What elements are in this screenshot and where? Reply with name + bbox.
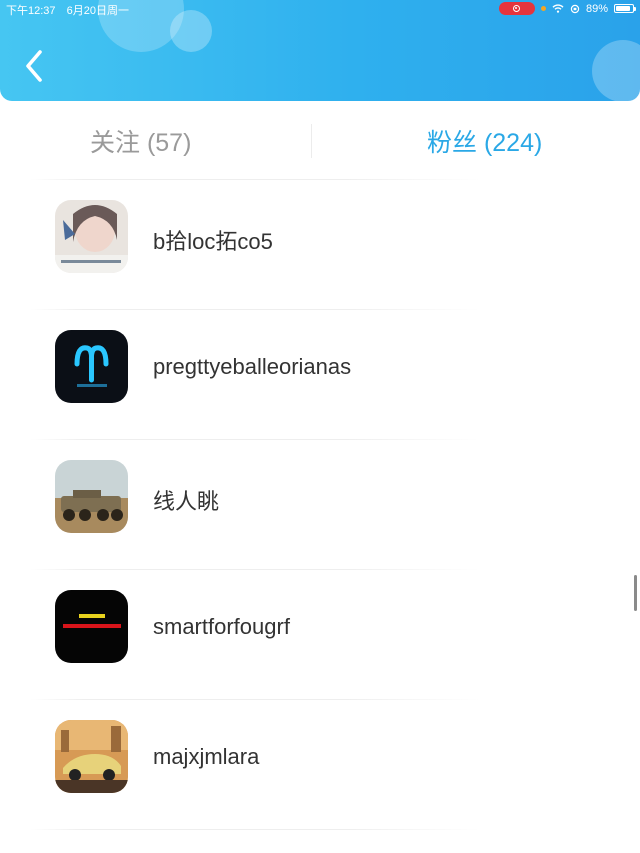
list-divider [30, 829, 480, 830]
list-item[interactable]: 线人眺 [0, 440, 640, 569]
avatar[interactable] [55, 330, 128, 403]
battery-percent: 89% [585, 2, 608, 15]
tab-following[interactable]: 关注 (57) [90, 123, 191, 159]
list-item[interactable]: b拾loc拓co5 [0, 180, 640, 309]
chevron-left-icon [26, 50, 42, 82]
fans-list: b拾loc拓co5 pregttyeballeorianas 线人眺 smart… [0, 179, 640, 830]
tab-bar: 关注 (57) 粉丝 (224) [0, 101, 640, 179]
decor-bubble [592, 40, 640, 101]
tab-divider [311, 124, 312, 158]
avatar[interactable] [55, 720, 128, 793]
fan-name: majxjmlara [153, 744, 260, 769]
list-item[interactable]: majxjmlara [0, 700, 640, 829]
orientation-lock-icon [570, 4, 580, 13]
list-item[interactable]: pregttyeballeorianas [0, 310, 640, 439]
status-date: 6月20日周一 [66, 5, 129, 17]
fan-name: 线人眺 [153, 489, 220, 514]
location-indicator-icon [540, 6, 546, 11]
tab-fans[interactable]: 粉丝 (224) [427, 123, 542, 159]
status-bar: 下午12:37 6月20日周一 89% [0, 0, 640, 18]
fan-name: smartforfougrf [153, 614, 290, 639]
fan-name: b拾loc拓co5 [153, 229, 273, 254]
fan-name: pregttyeballeorianas [153, 354, 352, 379]
avatar[interactable] [55, 200, 128, 273]
screen-recording-icon [498, 2, 535, 15]
wifi-icon [552, 4, 564, 13]
list-item[interactable]: smartforfougrf [0, 570, 640, 699]
header-bar: 下午12:37 6月20日周一 89% [0, 0, 640, 101]
scrollbar[interactable] [634, 575, 637, 611]
avatar[interactable] [55, 590, 128, 663]
status-time: 下午12:37 [6, 5, 56, 17]
battery-icon [614, 4, 636, 13]
avatar[interactable] [55, 460, 128, 533]
back-button[interactable] [20, 48, 52, 84]
